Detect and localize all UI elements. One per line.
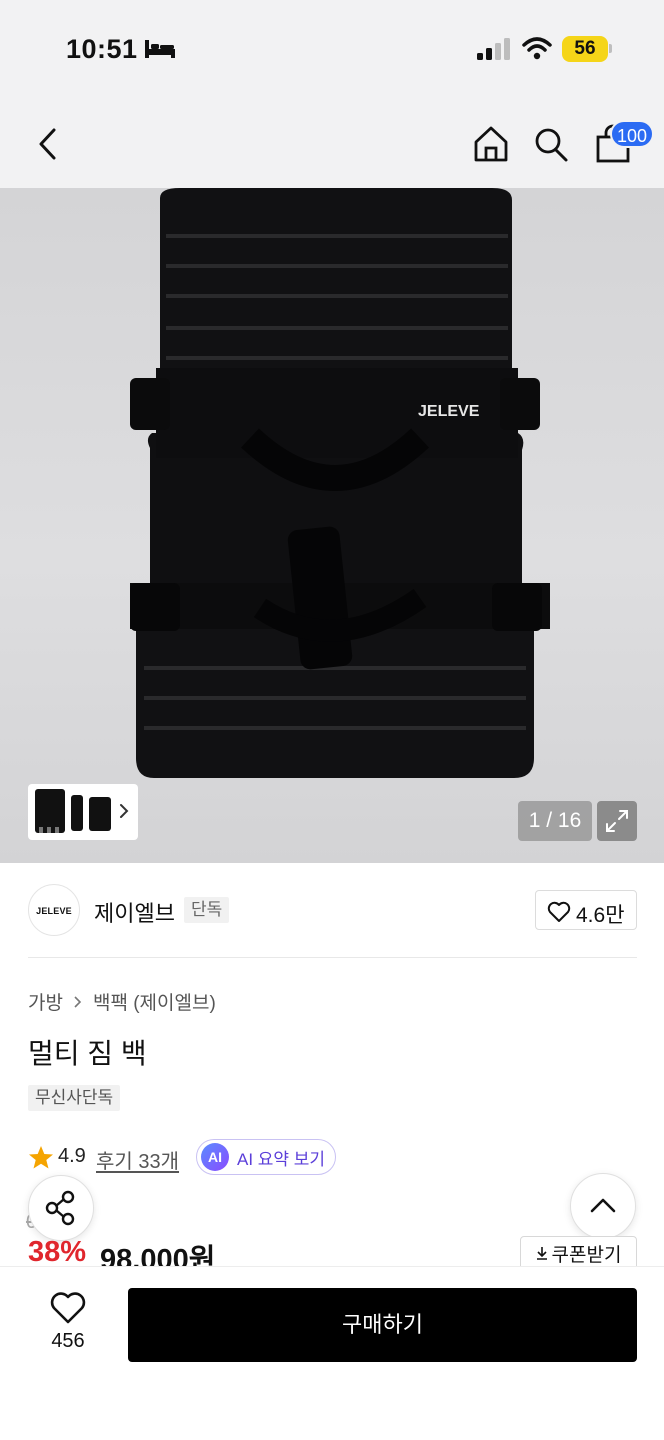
section-divider bbox=[28, 957, 637, 958]
chevron-up-icon bbox=[590, 1198, 616, 1213]
chevron-right-icon bbox=[74, 995, 82, 1008]
wish-count: 456 bbox=[51, 1330, 85, 1352]
breadcrumb-subcategory[interactable]: 백팩 (제이엘브) bbox=[93, 988, 216, 1015]
exclusive-badge: 단독 bbox=[184, 897, 230, 923]
back-icon[interactable] bbox=[32, 124, 64, 164]
brand-like-count: 4.6만 bbox=[576, 904, 625, 927]
download-icon bbox=[536, 1247, 547, 1260]
review-count-link[interactable]: 후기 33개 bbox=[96, 1145, 179, 1174]
product-image: JELEVE bbox=[130, 188, 550, 778]
product-title: 멀티 짐 백 bbox=[28, 1038, 147, 1069]
battery-icon: 56 bbox=[562, 36, 608, 62]
discount-rate: 38% bbox=[28, 1236, 87, 1268]
wifi-icon bbox=[522, 37, 552, 60]
bed-icon bbox=[145, 40, 175, 58]
exclusive-store-tag: 무신사단독 bbox=[28, 1085, 121, 1111]
ai-summary-label: AI 요약 보기 bbox=[237, 1149, 326, 1169]
thumbnail-strip[interactable] bbox=[28, 784, 138, 840]
brand-like-button[interactable]: 4.6만 bbox=[535, 890, 637, 930]
chevron-right-icon[interactable] bbox=[118, 802, 130, 820]
expand-icon[interactable] bbox=[597, 801, 637, 841]
star-icon bbox=[29, 1146, 53, 1169]
ai-badge-icon: AI bbox=[201, 1143, 229, 1171]
breadcrumb: 가방 백팩 (제이엘브) bbox=[28, 988, 216, 1015]
heart-outline-icon bbox=[547, 901, 571, 922]
product-image-gallery[interactable]: JELEVE 1 / 16 bbox=[0, 188, 664, 863]
brand-name[interactable]: 제이엘브 bbox=[94, 896, 175, 928]
share-button[interactable] bbox=[28, 1175, 94, 1241]
cart-count-badge: 100 bbox=[610, 120, 654, 148]
status-time: 10:51 bbox=[66, 34, 138, 64]
app-header: 100 bbox=[0, 100, 664, 188]
brand-logo[interactable]: JELEVE bbox=[28, 884, 80, 936]
coupon-download-button[interactable]: 쿠폰받기 bbox=[520, 1236, 637, 1270]
ai-summary-button[interactable]: AI AI 요약 보기 bbox=[196, 1139, 337, 1175]
home-icon[interactable] bbox=[472, 124, 510, 164]
image-page-indicator: 1 / 16 bbox=[518, 801, 592, 841]
signal-icon bbox=[477, 38, 510, 60]
product-rating: 4.9 bbox=[58, 1145, 86, 1167]
breadcrumb-category[interactable]: 가방 bbox=[28, 988, 63, 1015]
share-icon bbox=[45, 1190, 75, 1226]
status-bar: 10:51 56 bbox=[0, 0, 664, 100]
buy-button[interactable]: 구매하기 bbox=[128, 1288, 637, 1362]
scroll-to-top-button[interactable] bbox=[570, 1173, 636, 1239]
bag-brand-print: JELEVE bbox=[418, 403, 480, 420]
coupon-label: 쿠폰받기 bbox=[551, 1244, 622, 1266]
search-icon[interactable] bbox=[532, 124, 570, 164]
thumbnail-image[interactable] bbox=[31, 787, 113, 837]
heart-outline-icon[interactable] bbox=[50, 1292, 86, 1324]
battery-cap bbox=[609, 44, 612, 53]
